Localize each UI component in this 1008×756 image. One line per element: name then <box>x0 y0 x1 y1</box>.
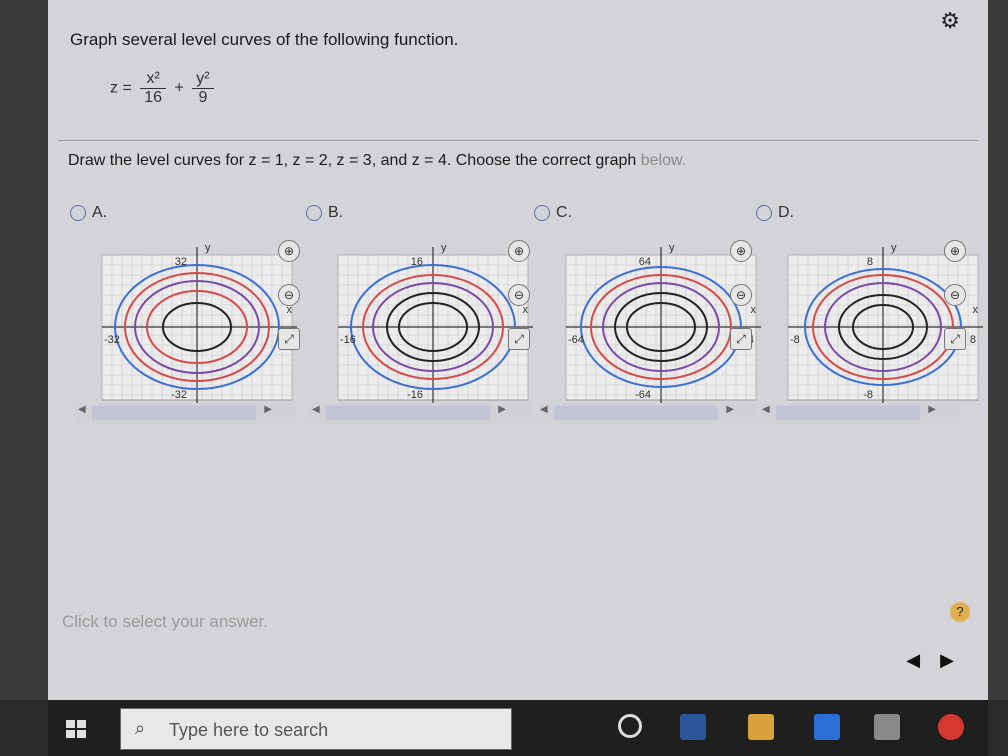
graph-d-tools: ⊕ ⊖ ⤢ <box>944 240 968 372</box>
scrollbar-track[interactable] <box>554 406 718 420</box>
scroll-left-icon[interactable]: ◀ <box>78 404 86 415</box>
choice-a-label: A. <box>92 204 108 221</box>
fraction-y-numerator: y² <box>192 70 214 89</box>
word-icon[interactable] <box>680 714 706 740</box>
radio-c[interactable] <box>534 204 550 221</box>
x-min-tick-label: -32 <box>104 334 120 346</box>
zoom-in-icon[interactable]: ⊕ <box>508 240 530 262</box>
scrollbar-track[interactable] <box>776 406 920 420</box>
next-arrow-icon[interactable]: ▶ <box>940 650 954 670</box>
taskbar-search-box[interactable]: ⌕ Type here to search <box>120 708 512 750</box>
graph-a-scrollbar[interactable]: ◀ ▶ <box>76 404 296 422</box>
radio-a[interactable] <box>70 204 86 221</box>
graph-a-tools: ⊕ ⊖ ⤢ <box>278 240 302 372</box>
question-nav: ◀ ▶ <box>906 650 954 671</box>
graph-c-scrollbar[interactable]: ◀ ▶ <box>538 404 758 422</box>
y-max-tick-label: 64 <box>639 256 651 268</box>
y-min-tick-label: -32 <box>171 389 187 401</box>
screen: ⚙ Graph several level curves of the foll… <box>0 0 1008 700</box>
graph-a[interactable]: y32-32-3232x <box>92 235 302 410</box>
taskbar: ⌕ Type here to search <box>48 700 988 756</box>
y-max-tick-label: 32 <box>175 256 187 268</box>
graph-b[interactable]: y16-16-1616x <box>328 235 538 410</box>
zoom-in-icon[interactable]: ⊕ <box>944 240 966 262</box>
graph-d-scrollbar[interactable]: ◀ ▶ <box>760 404 960 422</box>
choice-c[interactable]: C. <box>534 204 572 222</box>
prompt-tail: below. <box>640 152 687 169</box>
scroll-right-icon[interactable]: ▶ <box>928 404 936 415</box>
x-min-tick-label: -64 <box>568 334 584 346</box>
y-axis-label: y <box>441 242 447 254</box>
radio-d[interactable] <box>756 204 772 221</box>
x-min-tick-label: -8 <box>790 334 800 346</box>
y-max-tick-label: 8 <box>867 256 873 268</box>
choice-b-label: B. <box>328 204 344 221</box>
instruction-text: Click to select your answer. <box>62 612 268 631</box>
monitor-bezel-left <box>0 0 48 700</box>
question-panel: ⚙ Graph several level curves of the foll… <box>48 0 988 700</box>
app-icon[interactable] <box>814 714 840 740</box>
scrollbar-track[interactable] <box>326 406 490 420</box>
divider <box>58 140 978 141</box>
file-explorer-icon[interactable] <box>748 714 774 740</box>
zoom-out-icon[interactable]: ⊖ <box>278 284 300 306</box>
scroll-left-icon[interactable]: ◀ <box>312 404 320 415</box>
choice-d[interactable]: D. <box>756 204 794 222</box>
fraction-x-denominator: 16 <box>144 89 163 106</box>
y-max-tick-label: 16 <box>411 256 423 268</box>
scroll-right-icon[interactable]: ▶ <box>726 404 734 415</box>
y-min-tick-label: -8 <box>863 389 873 401</box>
graph-b-scrollbar[interactable]: ◀ ▶ <box>310 404 530 422</box>
expand-icon[interactable]: ⤢ <box>944 328 966 350</box>
zoom-in-icon[interactable]: ⊕ <box>730 240 752 262</box>
help-icon[interactable]: ? <box>950 602 970 622</box>
prompt-text: Draw the level curves for z = 1, z = 2, … <box>68 152 637 169</box>
scrollbar-track[interactable] <box>92 406 256 420</box>
fraction-x-numerator: x² <box>140 70 167 89</box>
y-min-tick-label: -16 <box>407 389 423 401</box>
app-icon[interactable] <box>874 714 900 740</box>
previous-arrow-icon[interactable]: ◀ <box>906 650 920 670</box>
fraction-y: y² 9 <box>192 70 214 107</box>
scroll-right-icon[interactable]: ▶ <box>498 404 506 415</box>
choice-a[interactable]: A. <box>70 204 107 222</box>
function-formula: z = x² 16 + y² 9 <box>110 70 218 107</box>
expand-icon[interactable]: ⤢ <box>730 328 752 350</box>
scroll-left-icon[interactable]: ◀ <box>540 404 548 415</box>
y-min-tick-label: -64 <box>635 389 651 401</box>
x-min-tick-label: -16 <box>340 334 356 346</box>
x-max-tick-label: 8 <box>970 334 976 346</box>
scroll-left-icon[interactable]: ◀ <box>762 404 770 415</box>
expand-icon[interactable]: ⤢ <box>508 328 530 350</box>
search-icon: ⌕ <box>135 718 146 738</box>
y-axis-label: y <box>205 242 211 254</box>
search-placeholder: Type here to search <box>169 720 329 740</box>
choice-c-label: C. <box>556 204 572 221</box>
monitor-bezel-right <box>988 0 1008 700</box>
y-axis-label: y <box>891 242 897 254</box>
choice-b[interactable]: B. <box>306 204 343 222</box>
graph-c-tools: ⊕ ⊖ ⤢ <box>730 240 754 372</box>
zoom-out-icon[interactable]: ⊖ <box>508 284 530 306</box>
zoom-out-icon[interactable]: ⊖ <box>730 284 752 306</box>
x-axis-label: x <box>973 304 979 316</box>
windows-start-icon[interactable] <box>66 720 86 738</box>
question-title: Graph several level curves of the follow… <box>70 30 459 49</box>
chrome-icon[interactable] <box>938 714 964 740</box>
zoom-out-icon[interactable]: ⊖ <box>944 284 966 306</box>
zoom-in-icon[interactable]: ⊕ <box>278 240 300 262</box>
expand-icon[interactable]: ⤢ <box>278 328 300 350</box>
plus-sign: + <box>174 79 184 97</box>
scroll-right-icon[interactable]: ▶ <box>264 404 272 415</box>
fraction-y-denominator: 9 <box>198 89 208 106</box>
graph-b-tools: ⊕ ⊖ ⤢ <box>508 240 532 372</box>
cortana-icon[interactable] <box>618 714 642 738</box>
radio-b[interactable] <box>306 204 322 221</box>
fraction-x: x² 16 <box>140 70 167 107</box>
question-prompt: Draw the level curves for z = 1, z = 2, … <box>68 152 686 170</box>
formula-lhs: z = <box>110 79 132 97</box>
y-axis-label: y <box>669 242 675 254</box>
gear-icon[interactable]: ⚙ <box>940 8 960 34</box>
choice-d-label: D. <box>778 204 794 221</box>
